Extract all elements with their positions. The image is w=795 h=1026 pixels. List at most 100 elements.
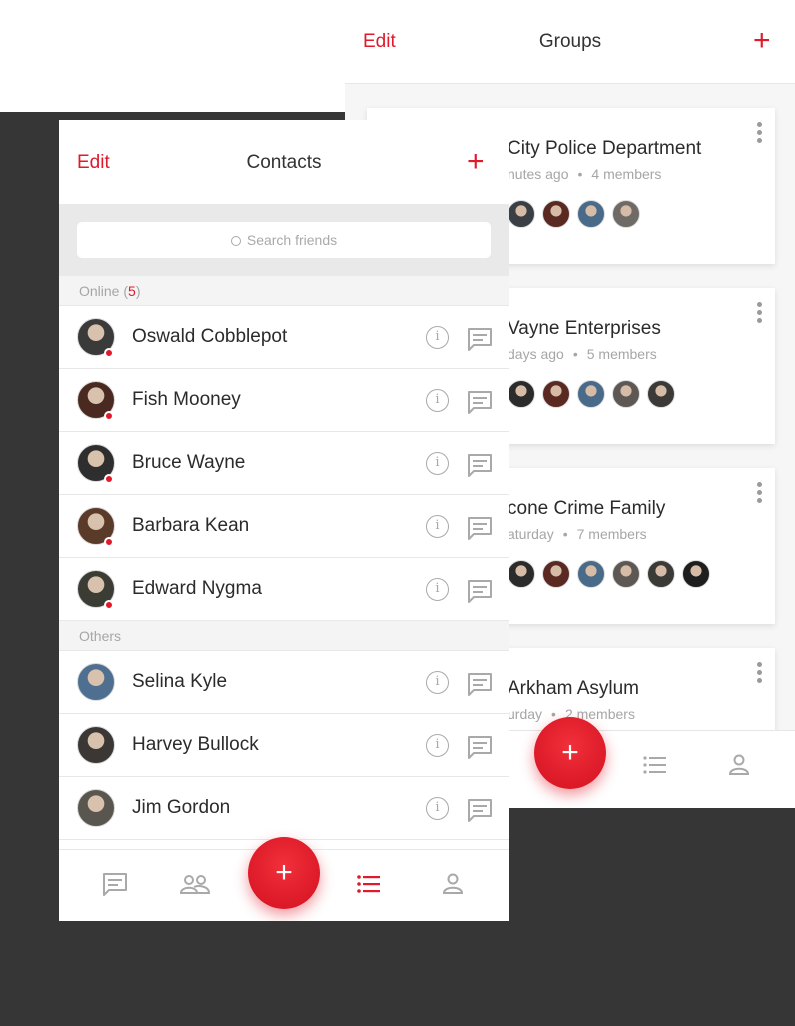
groups-header: Edit Groups + <box>345 0 795 84</box>
group-meta: days ago • 5 members <box>507 346 657 362</box>
others-label: Others <box>79 628 122 644</box>
list-tab-icon[interactable] <box>357 874 381 899</box>
info-icon[interactable]: i <box>426 734 449 757</box>
person-tab-icon[interactable] <box>728 753 750 780</box>
member-avatar <box>542 560 570 588</box>
contact-row[interactable]: Oswald Cobblepot i <box>59 306 509 369</box>
people-tab-icon[interactable] <box>179 874 211 899</box>
others-section-header: Others <box>59 621 509 651</box>
member-avatar <box>577 200 605 228</box>
group-member-count: 5 members <box>586 346 657 362</box>
info-icon[interactable]: i <box>426 671 449 694</box>
online-status-dot <box>104 348 114 358</box>
meta-separator: • <box>577 166 583 182</box>
member-avatar <box>507 560 535 588</box>
group-meta: nutes ago • 4 members <box>507 166 661 182</box>
online-label: Online ( <box>79 283 129 299</box>
contact-row[interactable]: Bruce Wayne i <box>59 432 509 495</box>
member-avatar <box>647 560 675 588</box>
avatar[interactable] <box>77 789 115 827</box>
list-tab-icon[interactable] <box>643 755 667 780</box>
online-contact-list: Oswald Cobblepot i Fish Mooney i Bruce Wayne… <box>59 306 509 621</box>
search-bar: Search friends <box>59 204 509 276</box>
message-icon[interactable] <box>467 327 493 356</box>
backdrop-top <box>0 0 345 112</box>
group-time: aturday <box>507 526 554 542</box>
online-status-dot <box>104 600 114 610</box>
group-time: urday <box>507 706 543 722</box>
info-icon[interactable]: i <box>426 452 449 475</box>
message-icon[interactable] <box>467 390 493 419</box>
contacts-title: Contacts <box>246 152 322 173</box>
member-avatar <box>507 380 535 408</box>
group-member-avatars <box>507 200 647 228</box>
avatar[interactable] <box>77 726 115 764</box>
person-tab-icon[interactable] <box>442 872 464 899</box>
message-icon[interactable] <box>467 453 493 482</box>
member-avatar <box>577 380 605 408</box>
contact-name: Barbara Kean <box>132 515 250 536</box>
message-icon[interactable] <box>467 579 493 608</box>
contact-row[interactable]: Barbara Kean i <box>59 495 509 558</box>
contact-name: Harvey Bullock <box>132 734 259 755</box>
contact-row[interactable]: Edward Nygma i <box>59 558 509 621</box>
online-status-dot <box>104 411 114 421</box>
member-avatar <box>542 380 570 408</box>
group-name: cone Crime Family <box>507 498 666 519</box>
message-icon[interactable] <box>467 516 493 545</box>
contacts-screen: Edit Contacts + Search friends Online (5… <box>59 120 509 921</box>
group-time: days ago <box>507 346 564 362</box>
contact-name: Fish Mooney <box>132 389 241 410</box>
member-avatar <box>612 200 640 228</box>
group-name: Arkham Asylum <box>507 678 639 699</box>
online-status-dot <box>104 474 114 484</box>
search-icon <box>230 236 241 246</box>
groups-title: Groups <box>538 31 602 52</box>
avatar[interactable] <box>77 663 115 701</box>
info-icon[interactable]: i <box>426 515 449 538</box>
meta-separator: • <box>562 526 568 542</box>
member-avatar <box>612 380 640 408</box>
online-section-header: Online (5) <box>59 276 509 306</box>
contact-row[interactable]: Fish Mooney i <box>59 369 509 432</box>
kebab-icon[interactable] <box>757 662 763 686</box>
contacts-header: Edit Contacts + <box>59 120 509 204</box>
contact-name: Edward Nygma <box>132 578 262 599</box>
contact-name: Selina Kyle <box>132 671 228 692</box>
kebab-icon[interactable] <box>757 302 763 326</box>
group-name: City Police Department <box>507 138 702 159</box>
others-contact-list: Selina Kyle i Harvey Bullock i Jim Gordon i <box>59 651 509 840</box>
info-icon[interactable]: i <box>426 326 449 349</box>
group-meta: aturday • 7 members <box>507 526 647 542</box>
contact-row[interactable]: Selina Kyle i <box>59 651 509 714</box>
message-icon[interactable] <box>467 798 493 827</box>
message-icon[interactable] <box>467 672 493 701</box>
search-placeholder: Search friends <box>246 232 338 248</box>
online-status-dot <box>104 537 114 547</box>
member-avatar <box>507 200 535 228</box>
chat-tab-icon[interactable] <box>102 872 128 901</box>
contact-row[interactable]: Harvey Bullock i <box>59 714 509 777</box>
meta-separator: • <box>572 346 578 362</box>
group-member-avatars <box>507 380 682 408</box>
online-count: 5 <box>128 283 136 299</box>
contacts-add-button[interactable]: + <box>467 147 485 177</box>
kebab-icon[interactable] <box>757 482 763 506</box>
group-member-count: 4 members <box>591 166 662 182</box>
contacts-fab-add-button[interactable]: + <box>248 837 320 909</box>
member-avatar <box>612 560 640 588</box>
kebab-icon[interactable] <box>757 122 763 146</box>
group-member-count: 7 members <box>576 526 647 542</box>
info-icon[interactable]: i <box>426 578 449 601</box>
info-icon[interactable]: i <box>426 389 449 412</box>
message-icon[interactable] <box>467 735 493 764</box>
groups-fab-add-button[interactable]: + <box>534 717 606 789</box>
group-name: Vayne Enterprises <box>507 318 661 339</box>
groups-add-button[interactable]: + <box>753 26 771 56</box>
info-icon[interactable]: i <box>426 797 449 820</box>
search-input[interactable]: Search friends <box>77 222 491 258</box>
contact-row[interactable]: Jim Gordon i <box>59 777 509 840</box>
group-member-avatars <box>507 560 717 588</box>
contact-name: Oswald Cobblepot <box>132 326 288 347</box>
online-label-close: ) <box>135 283 141 299</box>
